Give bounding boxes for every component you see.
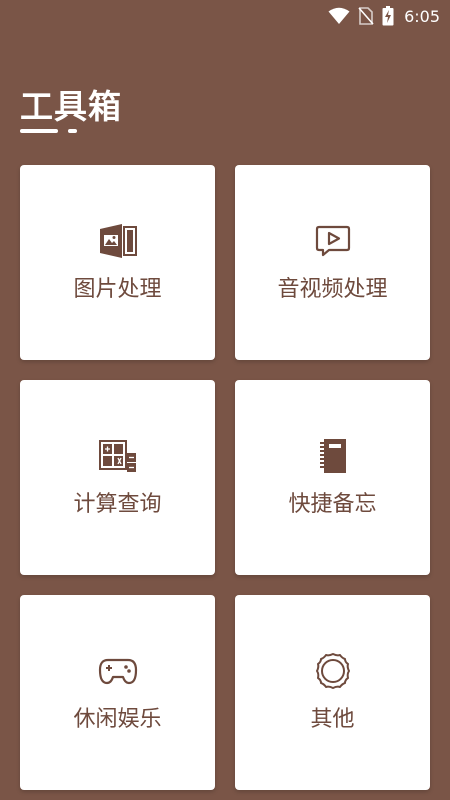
status-bar: 6:05 [0,0,450,32]
video-play-icon [313,221,353,261]
tool-label: 图片处理 [73,277,162,302]
tool-label: 其他 [310,707,355,732]
wifi-icon [328,7,350,25]
tool-card-image-processing[interactable]: 图片处理 [20,165,215,360]
tool-card-audio-video[interactable]: 音视频处理 [235,165,430,360]
notebook-icon [313,436,353,476]
underline-short [68,129,77,133]
calculator-icon [98,436,138,476]
tool-label: 音视频处理 [277,277,388,302]
battery-charging-icon [382,6,394,26]
no-sim-icon [358,7,374,25]
screen: 6:05 工具箱 图片处理 音视频处理 计算查询 快捷备忘 休闲娱乐 其他 [0,0,450,800]
tool-card-calculator[interactable]: 计算查询 [20,380,215,575]
tool-card-memo[interactable]: 快捷备忘 [235,380,430,575]
image-gallery-icon [98,221,138,261]
other-circle-icon [313,651,353,691]
tool-card-leisure[interactable]: 休闲娱乐 [20,595,215,790]
underline-long [20,129,58,133]
tool-label: 计算查询 [73,492,162,517]
gamepad-icon [98,651,138,691]
tool-label: 快捷备忘 [288,492,377,517]
tool-label: 休闲娱乐 [73,707,162,732]
status-time: 6:05 [404,6,440,26]
page-title: 工具箱 [20,87,122,126]
tool-card-other[interactable]: 其他 [235,595,430,790]
